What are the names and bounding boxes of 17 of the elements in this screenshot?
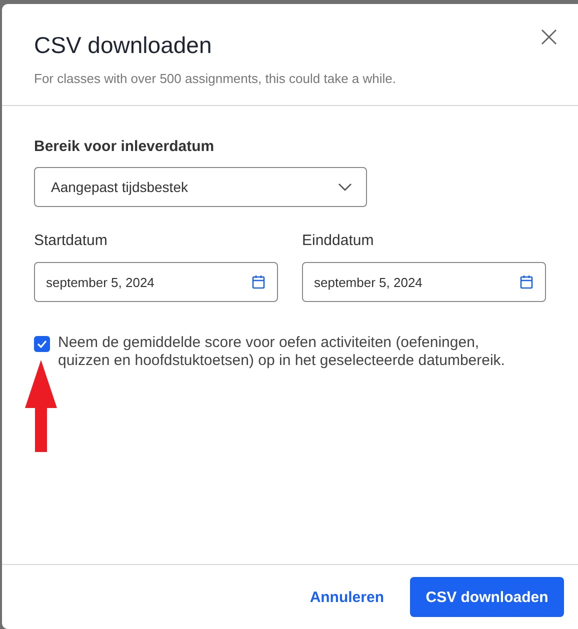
field-label: Startdatum (34, 232, 108, 249)
calendar-icon[interactable] (252, 275, 265, 289)
range-dropdown[interactable]: Aangepast tijdsbestek (34, 167, 367, 207)
checkmark-icon (37, 340, 47, 348)
dialog-subtitle: For classes with over 500 assignments, this could take a while. (34, 71, 398, 86)
date-field[interactable]: september 5, 2024 (302, 262, 546, 302)
field-label: Einddatum (302, 232, 375, 249)
close-icon[interactable] (540, 28, 558, 46)
dialog-title: CSV downloaden (34, 32, 213, 59)
checkbox[interactable] (34, 336, 50, 352)
download-button[interactable]: CSV downloaden (410, 577, 564, 617)
calendar-icon[interactable] (520, 275, 533, 289)
cancel-button[interactable]: Annuleren (306, 584, 388, 610)
chevron-down-icon (338, 183, 352, 191)
date-field[interactable]: september 5, 2024 (34, 262, 278, 302)
field-label: Bereik voor inleverdatum (34, 138, 216, 155)
checkbox-label: Neem de gemiddelde score voor oefen activiteiten (oefeningen, quizzen en hoofdstuktoetsen) op in het geselecteerde datumbereik. (58, 334, 506, 370)
